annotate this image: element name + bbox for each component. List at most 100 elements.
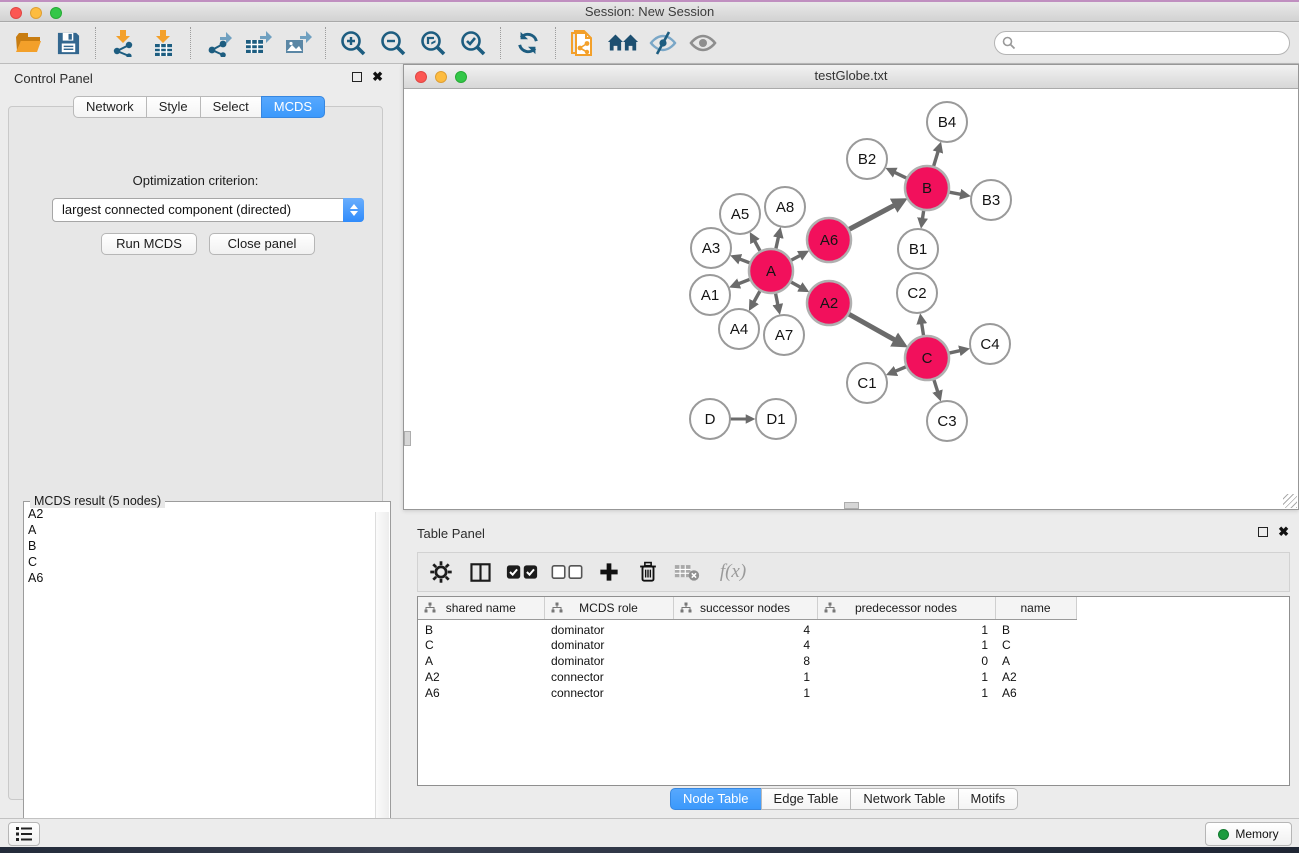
home-button[interactable]: [603, 26, 643, 60]
tab-motifs[interactable]: Motifs: [958, 788, 1019, 810]
optimization-criterion-select[interactable]: largest connected component (directed): [52, 198, 364, 222]
zoom-selected-icon: [459, 29, 487, 57]
minimize-window-button[interactable]: [30, 7, 42, 19]
mcds-result-item[interactable]: A6: [28, 570, 374, 586]
float-table-panel-icon[interactable]: [1258, 527, 1268, 537]
search-input[interactable]: [1016, 33, 1289, 53]
graph-node-label: B3: [982, 192, 1000, 209]
table-tabs: Node TableEdge TableNetwork TableMotifs: [670, 788, 1018, 810]
table-row[interactable]: Adominator80A: [418, 653, 1290, 669]
zoom-in-icon: [339, 29, 367, 57]
export-network-button[interactable]: [198, 26, 238, 60]
search-field[interactable]: [994, 31, 1290, 55]
column-header-predecessor-nodes[interactable]: predecessor nodes: [817, 597, 995, 619]
show-graphics-button[interactable]: [683, 26, 723, 60]
tab-edge-table[interactable]: Edge Table: [761, 788, 852, 810]
network-view-window: testGlobe.txt AA1A2A3A4A5A6A7A8BB1B2B3B4…: [403, 64, 1299, 510]
close-panel-icon[interactable]: ✖: [372, 72, 383, 82]
zoom-selected-button[interactable]: [453, 26, 493, 60]
table-row[interactable]: A6connector11A6: [418, 685, 1290, 701]
close-table-panel-icon[interactable]: ✖: [1278, 527, 1289, 537]
network-canvas[interactable]: AA1A2A3A4A5A6A7A8BB1B2B3B4CC1C2C3C4DD1: [404, 90, 1298, 509]
graph-node-label: C1: [857, 375, 876, 392]
close-panel-button[interactable]: Close panel: [209, 233, 315, 255]
tab-node-table[interactable]: Node Table: [670, 788, 762, 810]
clone-network-icon: [569, 28, 597, 58]
resize-grip-icon[interactable]: [1283, 494, 1297, 508]
table-settings-button[interactable]: [426, 557, 456, 587]
left-edge-handle[interactable]: [404, 431, 411, 446]
tab-network-table[interactable]: Network Table: [850, 788, 958, 810]
tab-style[interactable]: Style: [146, 96, 201, 118]
float-panel-icon[interactable]: [352, 72, 362, 82]
task-history-button[interactable]: [8, 822, 40, 846]
function-builder-button[interactable]: f(x): [711, 557, 755, 587]
memory-button[interactable]: Memory: [1205, 822, 1292, 846]
mcds-result-list[interactable]: A2ABCA6: [28, 506, 374, 835]
control-panel: Control Panel ✖ Optimization criterion: …: [0, 64, 391, 818]
tab-network[interactable]: Network: [73, 96, 147, 118]
plus-icon: [598, 561, 620, 583]
open-session-button[interactable]: [8, 26, 48, 60]
tab-select[interactable]: Select: [200, 96, 262, 118]
control-panel-title: Control Panel: [14, 71, 93, 86]
table-row[interactable]: Cdominator41C: [418, 637, 1290, 653]
graph-node-label: D1: [766, 411, 785, 428]
gear-icon: [429, 560, 453, 584]
close-network-window-button[interactable]: [415, 71, 427, 83]
search-icon: [1002, 36, 1016, 50]
graph-node-label: A6: [820, 232, 838, 249]
import-network-icon: [110, 29, 136, 57]
create-column-button[interactable]: [594, 557, 624, 587]
show-column-panel-button[interactable]: [465, 557, 495, 587]
column-header-mcds-role[interactable]: MCDS role: [544, 597, 673, 619]
network-window-controls[interactable]: [415, 71, 467, 83]
column-header-name[interactable]: name: [995, 597, 1076, 619]
graph-node-label: D: [705, 411, 716, 428]
minimize-network-window-button[interactable]: [435, 71, 447, 83]
zoom-fit-button[interactable]: [413, 26, 453, 60]
memory-status-icon: [1218, 829, 1229, 840]
table-toolbar: f(x): [417, 552, 1290, 592]
delete-table-icon: [674, 562, 700, 582]
column-header-shared-name[interactable]: shared name: [418, 597, 544, 619]
import-network-button[interactable]: [103, 26, 143, 60]
bottom-edge-handle[interactable]: [844, 502, 859, 509]
maximize-window-button[interactable]: [50, 7, 62, 19]
table-row[interactable]: A2connector11A2: [418, 669, 1290, 685]
mcds-result-item[interactable]: A: [28, 522, 374, 538]
close-window-button[interactable]: [10, 7, 22, 19]
hide-graphics-button[interactable]: [643, 26, 683, 60]
delete-table-button[interactable]: [672, 557, 702, 587]
tab-mcds[interactable]: MCDS: [261, 96, 325, 118]
export-image-button[interactable]: [278, 26, 318, 60]
mcds-result-item[interactable]: C: [28, 554, 374, 570]
select-all-columns-button[interactable]: [504, 557, 540, 587]
memory-label: Memory: [1235, 827, 1278, 841]
network-window-titlebar[interactable]: testGlobe.txt: [404, 65, 1298, 89]
window-controls[interactable]: [10, 7, 62, 19]
delete-columns-button[interactable]: [633, 557, 663, 587]
mcds-result-item[interactable]: A2: [28, 506, 374, 522]
export-table-button[interactable]: [238, 26, 278, 60]
graph-node-label: C3: [937, 413, 956, 430]
save-session-button[interactable]: [48, 26, 88, 60]
import-table-icon: [150, 29, 176, 57]
graph-node-label: C: [922, 350, 933, 367]
refresh-button[interactable]: [508, 26, 548, 60]
column-header-successor-nodes[interactable]: successor nodes: [673, 597, 817, 619]
zoom-in-button[interactable]: [333, 26, 373, 60]
run-mcds-button[interactable]: Run MCDS: [101, 233, 197, 255]
mcds-result-item[interactable]: B: [28, 538, 374, 554]
maximize-network-window-button[interactable]: [455, 71, 467, 83]
unselect-all-columns-button[interactable]: [549, 557, 585, 587]
import-table-button[interactable]: [143, 26, 183, 60]
clone-network-button[interactable]: [563, 26, 603, 60]
select-stepper-icon: [343, 198, 364, 222]
table-row[interactable]: Bdominator41B: [418, 619, 1290, 637]
network-graph[interactable]: AA1A2A3A4A5A6A7A8BB1B2B3B4CC1C2C3C4DD1: [404, 90, 1298, 509]
node-table-container[interactable]: shared name MCDS role successor nodes pr…: [417, 596, 1290, 786]
zoom-out-button[interactable]: [373, 26, 413, 60]
network-window-title: testGlobe.txt: [815, 68, 888, 83]
mcds-list-scrollbar[interactable]: [375, 512, 389, 836]
